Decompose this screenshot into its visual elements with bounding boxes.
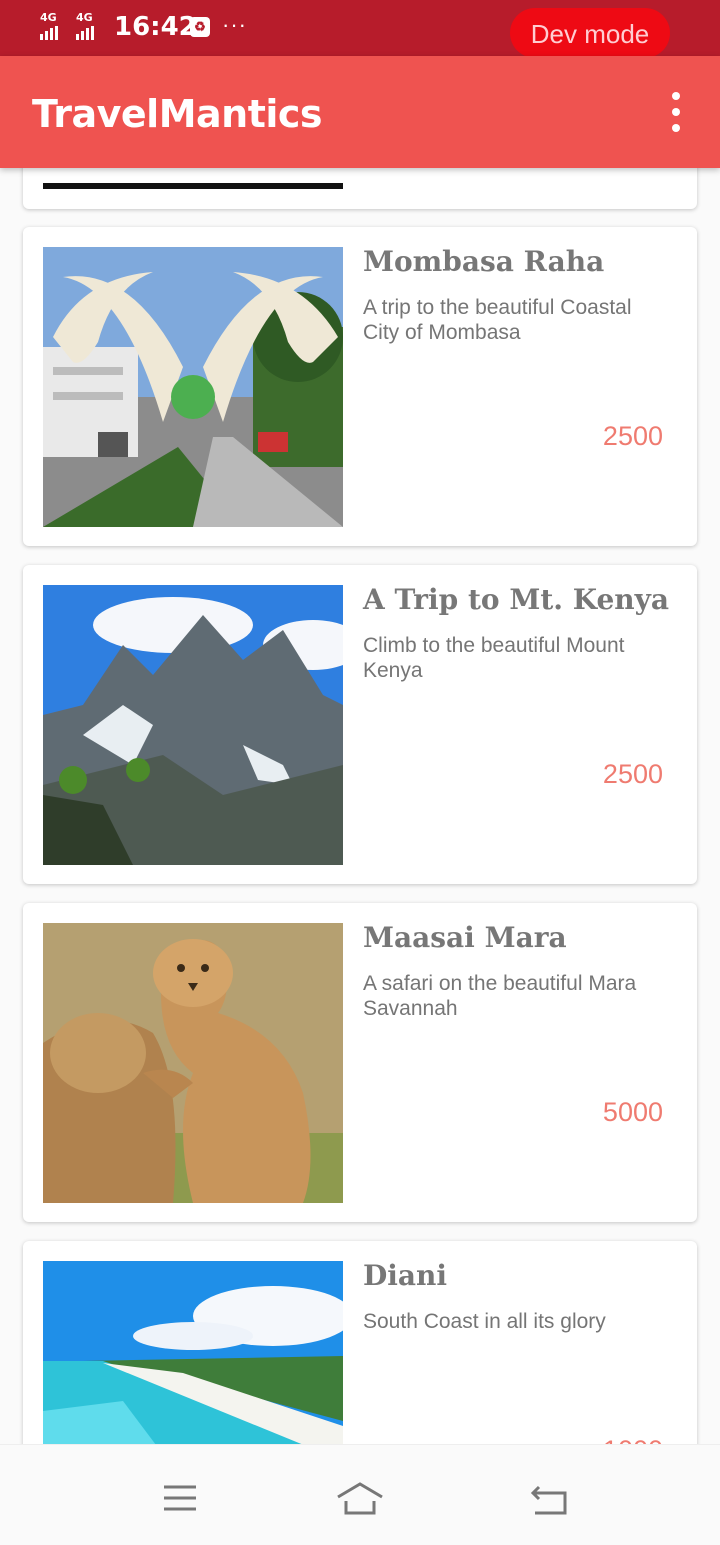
signal-icon: 4G	[40, 12, 58, 40]
deal-image	[43, 923, 343, 1203]
deal-image	[43, 247, 343, 527]
deal-list[interactable]: Mombasa Raha A trip to the beautiful Coa…	[0, 168, 720, 1444]
deal-image	[43, 183, 343, 189]
back-icon[interactable]	[525, 1479, 575, 1519]
deal-description: A safari on the beautiful Mara Savannah	[363, 972, 637, 1020]
more-notifications-icon: ···	[222, 12, 247, 37]
deal-price: 5000	[602, 1097, 663, 1127]
deal-price: 2500	[602, 421, 663, 451]
deal-title: A Trip to Mt. Kenya	[363, 583, 670, 616]
more-vert-icon[interactable]	[662, 92, 690, 132]
list-item[interactable]	[23, 168, 697, 209]
deal-title: Diani	[363, 1259, 448, 1292]
deal-description: Climb to the beautiful Mount Kenya	[363, 634, 625, 682]
menu-icon[interactable]	[155, 1479, 205, 1519]
deal-image	[43, 1261, 343, 1444]
deal-price: 2500	[602, 759, 663, 789]
deal-description: A trip to the beautiful Coastal City of …	[363, 296, 632, 344]
deal-title: Maasai Mara	[363, 921, 567, 954]
list-item[interactable]: A Trip to Mt. Kenya Climb to the beautif…	[23, 565, 697, 884]
list-item[interactable]: Mombasa Raha A trip to the beautiful Coa…	[23, 227, 697, 546]
deal-image	[43, 585, 343, 865]
clock: 16:42	[114, 12, 197, 42]
deal-description: South Coast in all its glory	[363, 1310, 606, 1333]
list-item[interactable]: Diani South Coast in all its glory 1000	[23, 1241, 697, 1444]
app-title: TravelMantics	[32, 92, 323, 136]
home-icon[interactable]	[335, 1479, 385, 1519]
system-nav-bar	[0, 1444, 720, 1545]
deal-title: Mombasa Raha	[363, 245, 605, 278]
dev-mode-badge[interactable]: Dev mode	[510, 8, 670, 58]
status-bar: 4G 4G 16:42 ♻ ··· Dev mode	[0, 0, 720, 58]
deal-price: 1000	[603, 1435, 663, 1444]
signal-icon: 4G	[76, 12, 94, 40]
usb-debug-icon: ♻	[190, 17, 210, 37]
app-bar: TravelMantics	[0, 56, 720, 168]
list-item[interactable]: Maasai Mara A safari on the beautiful Ma…	[23, 903, 697, 1222]
